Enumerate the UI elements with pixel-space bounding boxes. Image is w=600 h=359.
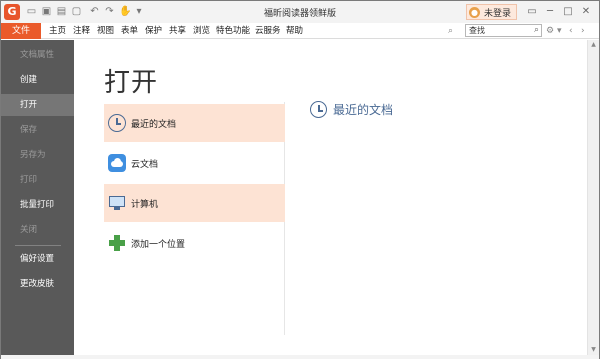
scroll-up-icon[interactable]: ▲ — [588, 40, 599, 50]
tab-view[interactable]: 视图 — [97, 23, 114, 39]
tab-protect[interactable]: 保护 — [145, 23, 162, 39]
cloud-icon — [108, 154, 126, 172]
sidebar-item-close[interactable]: 关闭 — [1, 219, 74, 241]
tab-browse[interactable]: 浏览 — [193, 23, 210, 39]
sidebar-item-change-skin[interactable]: 更改皮肤 — [1, 273, 74, 295]
clock-icon — [310, 101, 327, 118]
open-panel: 打开 最近的文档 云文档 计算机 添加一个位置 最近的文档 — [74, 40, 587, 355]
location-label: 计算机 — [131, 199, 159, 210]
clock-icon — [108, 114, 126, 132]
search-icon[interactable]: ⌕ — [534, 25, 539, 36]
login-button[interactable]: ● 未登录 — [465, 4, 517, 20]
next-icon[interactable]: › — [581, 24, 585, 38]
recent-documents-title: 最近的文档 — [333, 103, 394, 117]
location-list: 最近的文档 云文档 计算机 添加一个位置 — [104, 102, 285, 335]
tab-form[interactable]: 表单 — [121, 23, 138, 39]
pin-icon[interactable]: ▭ — [523, 4, 541, 20]
location-label: 添加一个位置 — [131, 239, 186, 250]
tab-cloud-service[interactable]: 云服务 — [255, 23, 281, 39]
find-icon[interactable]: ⌕ — [448, 24, 453, 38]
maximize-button[interactable]: □ — [559, 4, 577, 20]
sidebar-item-batch-print[interactable]: 批量打印 — [1, 194, 74, 216]
plus-icon — [108, 234, 126, 252]
menu-bar: 文件 主页 注释 视图 表单 保护 共享 浏览 特色功能 云服务 帮助 ⌕ ⌕ … — [1, 23, 599, 39]
backstage-sidebar: 文档属性 创建 打开 保存 另存为 打印 批量打印 关闭 偏好设置 更改皮肤 — [1, 40, 74, 355]
sidebar-item-open[interactable]: 打开 — [1, 94, 74, 116]
title-bar: G ▭ ▣ ▤ ▢ ↶ ↷ ✋ ▾ 福昕阅读器领鲜版 ● 未登录 ▭ ─ □ ✕ — [1, 1, 599, 23]
search-field[interactable]: ⌕ — [465, 24, 542, 37]
status-strip — [1, 355, 599, 359]
sidebar-item-create[interactable]: 创建 — [1, 69, 74, 91]
recent-documents-header: 最近的文档 — [310, 101, 393, 118]
tab-file[interactable]: 文件 — [1, 23, 41, 39]
search-input[interactable] — [466, 25, 528, 36]
user-icon: ● — [468, 6, 480, 18]
app-window: G ▭ ▣ ▤ ▢ ↶ ↷ ✋ ▾ 福昕阅读器领鲜版 ● 未登录 ▭ ─ □ ✕… — [0, 0, 600, 359]
tab-home[interactable]: 主页 — [49, 23, 66, 39]
location-label: 云文档 — [131, 159, 159, 170]
vertical-scrollbar[interactable]: ▲ ▼ — [587, 40, 599, 355]
tab-share[interactable]: 共享 — [169, 23, 186, 39]
prev-icon[interactable]: ‹ — [569, 24, 573, 38]
tab-comment[interactable]: 注释 — [73, 23, 90, 39]
scroll-down-icon[interactable]: ▼ — [588, 345, 599, 355]
sidebar-item-save[interactable]: 保存 — [1, 119, 74, 141]
settings-icon[interactable]: ⚙ — [546, 24, 554, 38]
location-computer[interactable]: 计算机 — [104, 184, 285, 222]
close-button[interactable]: ✕ — [577, 4, 595, 20]
location-add[interactable]: 添加一个位置 — [104, 224, 285, 262]
sidebar-item-preferences[interactable]: 偏好设置 — [1, 248, 74, 270]
sidebar-item-document-properties[interactable]: 文档属性 — [1, 44, 74, 66]
location-recent[interactable]: 最近的文档 — [104, 104, 285, 142]
computer-icon — [108, 194, 126, 212]
settings-dropdown-icon[interactable]: ▾ — [557, 24, 562, 38]
sidebar-item-print[interactable]: 打印 — [1, 169, 74, 191]
page-title: 打开 — [104, 68, 159, 98]
location-label: 最近的文档 — [131, 119, 177, 130]
tab-help[interactable]: 帮助 — [286, 23, 303, 39]
minimize-button[interactable]: ─ — [541, 4, 559, 20]
login-label: 未登录 — [483, 8, 511, 19]
sidebar-item-save-as[interactable]: 另存为 — [1, 144, 74, 166]
sidebar-divider — [15, 245, 61, 246]
location-cloud[interactable]: 云文档 — [104, 144, 285, 182]
tab-features[interactable]: 特色功能 — [216, 23, 250, 39]
